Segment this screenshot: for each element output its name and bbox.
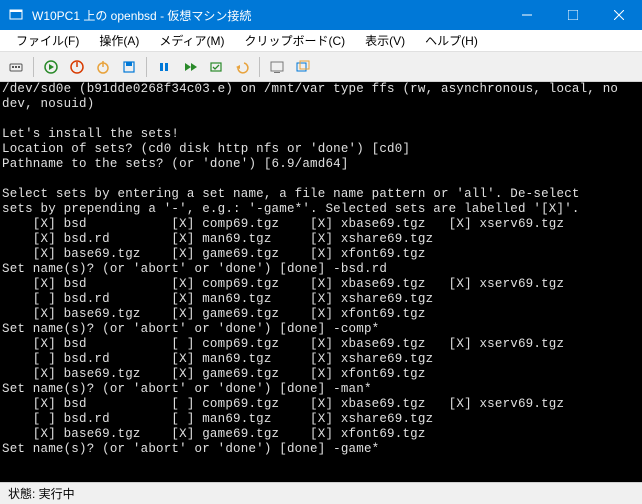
window-title: W10PC1 上の openbsd - 仮想マシン接続 xyxy=(32,7,504,24)
maximize-button[interactable] xyxy=(550,0,596,30)
separator xyxy=(259,57,260,77)
reset-button[interactable] xyxy=(178,55,202,79)
statusbar: 状態: 実行中 xyxy=(0,482,642,504)
separator xyxy=(146,57,147,77)
window-controls xyxy=(504,0,642,30)
menu-file[interactable]: ファイル(F) xyxy=(6,30,89,51)
menu-view[interactable]: 表示(V) xyxy=(355,30,415,51)
turnoff-button[interactable] xyxy=(65,55,89,79)
close-button[interactable] xyxy=(596,0,642,30)
separator xyxy=(33,57,34,77)
share-button[interactable] xyxy=(291,55,315,79)
status-label: 状態: 実行中 xyxy=(8,485,75,502)
start-button[interactable] xyxy=(39,55,63,79)
revert-button[interactable] xyxy=(230,55,254,79)
ctrl-alt-del-button[interactable] xyxy=(4,55,28,79)
minimize-button[interactable] xyxy=(504,0,550,30)
pause-button[interactable] xyxy=(152,55,176,79)
save-button[interactable] xyxy=(117,55,141,79)
menu-help[interactable]: ヘルプ(H) xyxy=(415,30,488,51)
toolbar xyxy=(0,52,642,82)
menu-clipboard[interactable]: クリップボード(C) xyxy=(234,30,355,51)
enhanced-session-button[interactable] xyxy=(265,55,289,79)
terminal-output[interactable]: /dev/sd0e (b91dde0268f34c03.e) on /mnt/v… xyxy=(0,82,642,482)
app-icon xyxy=(8,7,24,23)
menu-action[interactable]: 操作(A) xyxy=(89,30,149,51)
titlebar: W10PC1 上の openbsd - 仮想マシン接続 xyxy=(0,0,642,30)
menubar: ファイル(F) 操作(A) メディア(M) クリップボード(C) 表示(V) ヘ… xyxy=(0,30,642,52)
checkpoint-button[interactable] xyxy=(204,55,228,79)
shutdown-button[interactable] xyxy=(91,55,115,79)
menu-media[interactable]: メディア(M) xyxy=(149,30,234,51)
